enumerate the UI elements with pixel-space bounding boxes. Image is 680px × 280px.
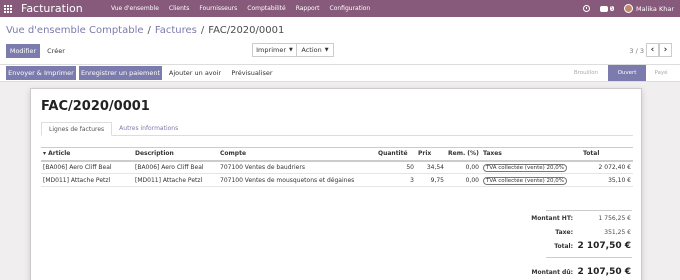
totals-tax-row: Taxe: 351,25 € xyxy=(491,229,631,236)
action-label: Action xyxy=(301,46,322,54)
line-description: [MD011] Attache Petzl xyxy=(133,173,218,187)
apps-menu-icon[interactable] xyxy=(1,0,15,17)
untaxed-value: 1 756,25 € xyxy=(598,215,631,222)
stage-draft[interactable]: Brouillon xyxy=(566,65,606,81)
status-bar: Envoyer & Imprimer Enregistrer un paieme… xyxy=(0,65,680,82)
tab-invoice-lines[interactable]: Lignes de factures xyxy=(41,122,113,136)
column-article-label: Article xyxy=(48,150,71,158)
line-discount: 0,00 xyxy=(446,160,481,174)
caret-down-icon: ▼ xyxy=(324,47,329,53)
table-header-row: ▾ Article Description Compte Quantité Pr… xyxy=(41,147,633,162)
line-discount: 0,00 xyxy=(446,173,481,187)
line-article: [MD011] Attache Petzl xyxy=(41,173,133,187)
breadcrumb-separator: / xyxy=(200,25,205,36)
user-name[interactable]: Malika Khar xyxy=(636,5,674,13)
amount-due-label: Montant dû: xyxy=(531,268,573,276)
app-title: Facturation xyxy=(21,2,83,15)
send-print-button[interactable]: Envoyer & Imprimer xyxy=(6,66,76,80)
column-price[interactable]: Prix xyxy=(416,147,446,162)
totals-due-row: Montant dû: 2 107,50 € xyxy=(491,267,631,277)
breadcrumb-invoices[interactable]: Factures xyxy=(155,25,197,36)
invoice-tabs: Lignes de factures Autres informations xyxy=(41,122,633,136)
pager-previous-button[interactable]: ‹ xyxy=(646,43,659,57)
untaxed-label: Montant HT: xyxy=(531,215,573,222)
chat-count-badge: 5 xyxy=(609,6,615,11)
menu-item-customers[interactable]: Clients xyxy=(169,5,190,12)
create-button[interactable]: Créer xyxy=(41,44,71,58)
register-payment-button[interactable]: Enregistrer un paiement xyxy=(79,66,162,80)
chevron-left-icon: ‹ xyxy=(650,45,655,55)
column-article[interactable]: ▾ Article xyxy=(41,147,133,162)
menu-item-configuration[interactable]: Configuration xyxy=(330,5,371,12)
line-quantity: 3 xyxy=(376,173,416,187)
totals-untaxed-row: Montant HT: 1 756,25 € xyxy=(491,215,631,222)
menu-item-vendors[interactable]: Fournisseurs xyxy=(199,5,237,12)
line-article: [BA006] Aero Cliff Beal xyxy=(41,160,133,174)
menu-item-overview[interactable]: Vue d'ensemble xyxy=(111,5,159,12)
action-dropdown[interactable]: Action ▼ xyxy=(296,43,334,57)
totals-divider xyxy=(546,257,632,258)
column-discount[interactable]: Rem. (%) xyxy=(446,147,481,162)
activity-clock-icon[interactable] xyxy=(582,5,590,12)
column-account[interactable]: Compte xyxy=(218,147,376,162)
table-row[interactable]: [BA006] Aero Cliff Beal [BA006] Aero Cli… xyxy=(41,160,633,174)
preview-button[interactable]: Prévisualiser xyxy=(226,66,278,80)
tax-tag: TVA collectée (vente) 20,0% xyxy=(483,176,567,185)
tax-tag: TVA collectée (vente) 20,0% xyxy=(483,163,567,172)
line-quantity: 50 xyxy=(376,160,416,174)
line-account: 707100 Ventes de mousquetons et dégaines xyxy=(218,173,376,187)
totals-total-row: Total: 2 107,50 € xyxy=(491,241,631,251)
breadcrumb: Vue d'ensemble Comptable / Factures / FA… xyxy=(6,25,284,36)
line-total: 2 072,40 € xyxy=(581,160,633,174)
total-value: 2 107,50 € xyxy=(577,241,631,251)
stage-paid[interactable]: Payé xyxy=(648,65,674,81)
line-total: 35,10 € xyxy=(581,173,633,187)
column-quantity[interactable]: Quantité xyxy=(376,147,416,162)
line-account: 707100 Ventes de baudriers xyxy=(218,160,376,174)
pager-counter: 3 / 3 xyxy=(629,47,644,55)
add-credit-note-button[interactable]: Ajouter un avoir xyxy=(165,66,225,80)
tax-value: 351,25 € xyxy=(604,229,631,236)
table-row[interactable]: [MD011] Attache Petzl [MD011] Attache Pe… xyxy=(41,173,633,187)
total-label: Total: xyxy=(554,242,573,250)
menu-item-accounting[interactable]: Comptabilité xyxy=(247,5,285,12)
main-menu: Vue d'ensemble Clients Fournisseurs Comp… xyxy=(111,5,380,12)
amount-due-value: 2 107,50 € xyxy=(577,267,631,277)
column-description[interactable]: Description xyxy=(133,147,218,162)
stage-open[interactable]: Ouvert xyxy=(608,65,646,81)
tax-label: Taxe: xyxy=(555,229,573,236)
breadcrumb-overview[interactable]: Vue d'ensemble Comptable xyxy=(6,25,144,36)
print-dropdown[interactable]: Imprimer ▼ xyxy=(252,43,297,57)
print-label: Imprimer xyxy=(256,46,286,54)
caret-down-icon: ▼ xyxy=(289,47,293,53)
tab-other-info[interactable]: Autres informations xyxy=(112,122,185,136)
line-price: 9,75 xyxy=(416,173,446,187)
totals-divider xyxy=(546,210,632,211)
line-description: [BA006] Aero Cliff Beal xyxy=(133,160,218,174)
menu-item-reporting[interactable]: Rapport xyxy=(296,5,320,12)
invoice-number: FAC/2020/0001 xyxy=(41,99,150,114)
breadcrumb-current: FAC/2020/0001 xyxy=(208,25,285,36)
invoice-lines-table: ▾ Article Description Compte Quantité Pr… xyxy=(41,147,633,187)
chevron-right-icon: › xyxy=(663,45,668,55)
column-taxes[interactable]: Taxes xyxy=(481,147,581,162)
invoice-form-sheet: FAC/2020/0001 Lignes de factures Autres … xyxy=(30,88,642,280)
column-total[interactable]: Total xyxy=(581,147,633,162)
breadcrumb-separator: / xyxy=(147,25,151,36)
chat-icon[interactable] xyxy=(599,5,608,12)
pager-next-button[interactable]: › xyxy=(659,43,672,57)
line-taxes: TVA collectée (vente) 20,0% xyxy=(481,173,581,187)
control-panel: Vue d'ensemble Comptable / Factures / FA… xyxy=(0,17,680,65)
top-navbar: Facturation Vue d'ensemble Clients Fourn… xyxy=(0,0,680,17)
line-price: 34,54 xyxy=(416,160,446,174)
user-avatar[interactable] xyxy=(624,4,634,13)
line-taxes: TVA collectée (vente) 20,0% xyxy=(481,160,581,174)
edit-button[interactable]: Modifier xyxy=(6,44,40,58)
